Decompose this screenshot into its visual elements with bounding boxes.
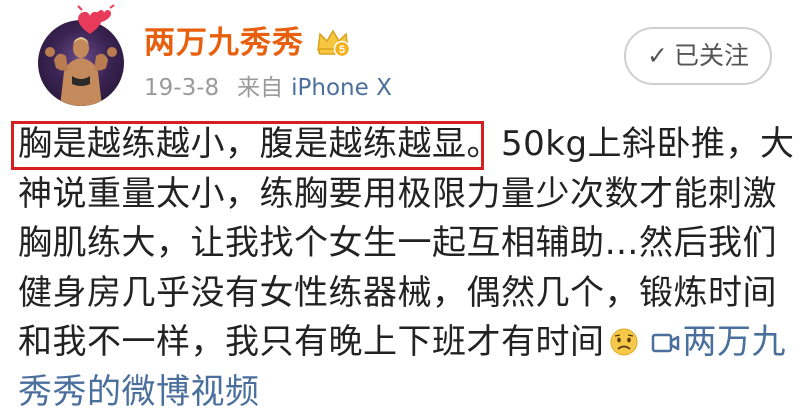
post-line-4: 健身房几乎没有女性练器械，偶然几个，锻炼时间	[18, 269, 788, 319]
badge-level-text: 5	[339, 44, 345, 56]
post-text: 50kg上斜卧推，大	[501, 124, 795, 164]
username-link[interactable]: 两万九秀秀	[144, 24, 304, 62]
followed-button[interactable]: ✓已关注	[624, 27, 772, 85]
post-date: 19-3-8	[144, 75, 219, 101]
followed-label: 已关注	[674, 41, 749, 70]
check-icon: ✓	[647, 29, 668, 83]
highlighted-text: 胸是越练越小，腹是越练越显。	[18, 124, 501, 164]
post-line-1: 胸是越练越小，腹是越练越显。50kg上斜卧推，大	[18, 120, 788, 170]
post-meta: 19-3-8 来自 iPhone X	[144, 72, 392, 104]
post-line-2: 神说重量太小，练胸要用极限力量少次数才能刺激	[18, 170, 788, 220]
post-text: 和我不一样，我只有晚上下班才有时间	[18, 322, 605, 362]
from-label: 来自	[237, 75, 283, 101]
video-link-part2[interactable]: 秀秀的微博视频	[18, 372, 260, 412]
sad-face-emoji-icon	[609, 327, 639, 357]
video-link-part1[interactable]: 两万九	[683, 322, 787, 362]
post-body: 胸是越练越小，腹是越练越显。50kg上斜卧推，大 神说重量太小，练胸要用极限力量…	[18, 120, 788, 417]
post-line-3: 胸肌练大，让我找个女生一起互相辅助…然后我们	[18, 219, 788, 269]
video-play-icon[interactable]	[651, 331, 681, 355]
heart-decoration-icon	[72, 4, 118, 40]
device-link[interactable]: iPhone X	[291, 75, 392, 101]
post-line-6: 秀秀的微博视频	[18, 368, 788, 417]
post-line-5: 和我不一样，我只有晚上下班才有时间 两万九	[18, 318, 788, 368]
crown-vip-icon[interactable]: 5	[315, 26, 351, 58]
